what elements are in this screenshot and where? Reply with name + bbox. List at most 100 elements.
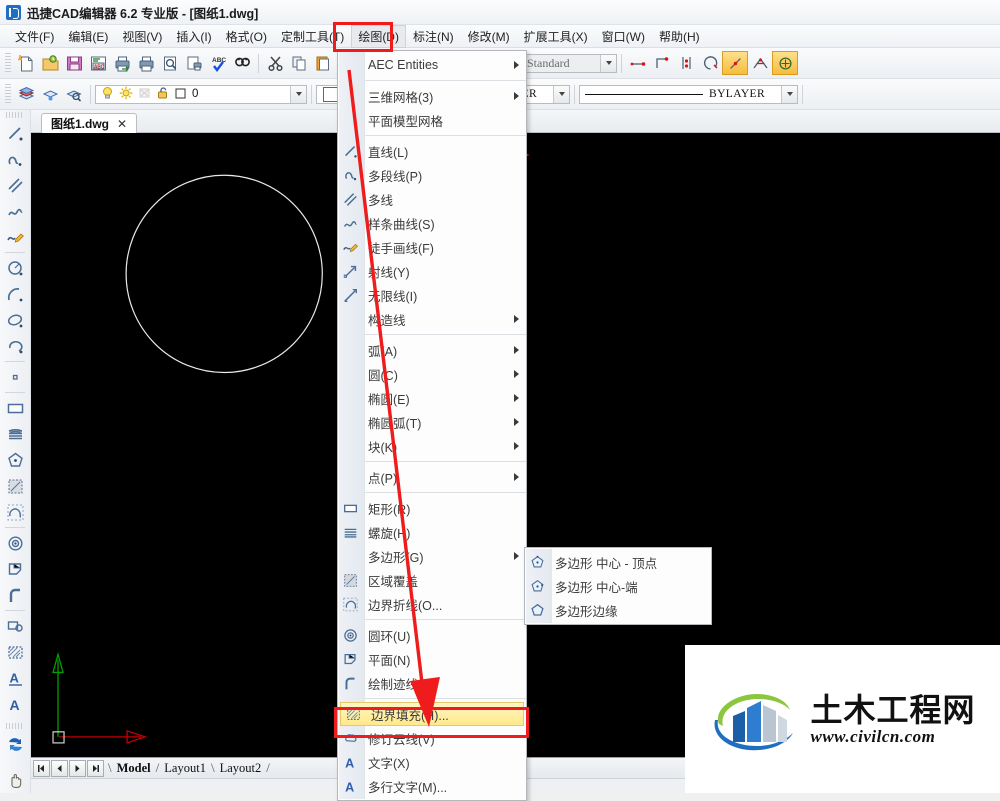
submenu-item-polygon-center-edge[interactable]: 多边形 中心-端	[525, 574, 711, 598]
center-dim-icon[interactable]	[772, 51, 798, 75]
menu-item-text[interactable]: A 文字(X)	[338, 750, 526, 774]
menu-help[interactable]: 帮助(H)	[652, 25, 707, 48]
chevron-down-icon[interactable]	[290, 85, 306, 103]
layer-combo[interactable]: 0	[95, 84, 307, 104]
menu-modify[interactable]: 修改(M)	[461, 25, 517, 48]
spellcheck-icon[interactable]: ABC	[206, 51, 230, 75]
layer-previous-icon[interactable]	[38, 82, 62, 106]
text-style-combo[interactable]: Standard	[521, 53, 617, 73]
radius-dim-icon[interactable]	[722, 51, 748, 75]
toolbar-grip[interactable]	[6, 112, 24, 118]
menu-item-block[interactable]: 块(K)	[338, 434, 526, 458]
color-swatch-icon[interactable]	[174, 86, 187, 103]
multiline-icon[interactable]	[2, 172, 28, 198]
menu-express-tools[interactable]: 扩展工具(X)	[517, 25, 595, 48]
toolbar-grip[interactable]	[5, 53, 11, 73]
toolbar-grip[interactable]	[5, 84, 11, 104]
menu-item-multiline[interactable]: 多线	[338, 187, 526, 211]
document-tab[interactable]: 图纸1.dwg ✕	[41, 113, 138, 133]
text-style-a-icon[interactable]: A	[2, 665, 28, 691]
menu-item-aec-entities[interactable]: AEC Entities	[338, 53, 526, 77]
ellipse-icon[interactable]	[2, 307, 28, 333]
export-print-icon[interactable]	[110, 51, 134, 75]
plot-icon[interactable]	[182, 51, 206, 75]
find-icon[interactable]	[230, 51, 254, 75]
menu-draw[interactable]: 绘图(D)	[351, 24, 406, 48]
menu-file[interactable]: 文件(F)	[8, 25, 61, 48]
first-layout-icon[interactable]	[33, 759, 50, 777]
rectangle-icon[interactable]	[2, 395, 28, 421]
donut-icon[interactable]	[2, 530, 28, 556]
menu-item-point[interactable]: 点(P)	[338, 465, 526, 489]
line-icon[interactable]	[2, 120, 28, 146]
region-cover-icon[interactable]	[2, 473, 28, 499]
arc-icon[interactable]	[2, 281, 28, 307]
menu-item-revision-cloud[interactable]: 修订云线(V)	[338, 726, 526, 750]
menu-item-line[interactable]: 直线(L)	[338, 139, 526, 163]
menu-item-polyline[interactable]: 多段线(P)	[338, 163, 526, 187]
menu-custom-tools[interactable]: 定制工具(T)	[274, 25, 351, 48]
menu-item-plane[interactable]: 平面(N)	[338, 647, 526, 671]
menu-item-ray[interactable]: 射线(Y)	[338, 259, 526, 283]
menu-item-ellipse[interactable]: 椭圆(E)	[338, 386, 526, 410]
save-icon[interactable]	[62, 51, 86, 75]
layout-tab-model[interactable]: Model	[113, 761, 155, 776]
submenu-item-polygon-center-vertex[interactable]: 多边形 中心 - 顶点	[525, 550, 711, 574]
point-icon[interactable]	[2, 364, 28, 390]
print-icon[interactable]	[134, 51, 158, 75]
freehand-icon[interactable]	[2, 224, 28, 250]
arc-dim-icon[interactable]	[698, 51, 722, 75]
menu-view[interactable]: 视图(V)	[115, 25, 169, 48]
layout-tab-layout1[interactable]: Layout1	[160, 761, 210, 776]
lineweight-combo[interactable]: BYLAYER	[579, 84, 798, 104]
layout-tab-layout2[interactable]: Layout2	[216, 761, 266, 776]
menu-item-polygon[interactable]: 多边形(G)	[338, 544, 526, 568]
polygon-icon[interactable]	[2, 447, 28, 473]
copy-icon[interactable]	[287, 51, 311, 75]
submenu-item-polygon-edge[interactable]: 多边形边缘	[525, 598, 711, 622]
circle-center-icon[interactable]	[2, 255, 28, 281]
menu-item-arc[interactable]: 弧(A)	[338, 338, 526, 362]
open-file-icon[interactable]	[38, 51, 62, 75]
polyline-icon[interactable]	[2, 146, 28, 172]
ordinate-dim-icon[interactable]	[674, 51, 698, 75]
hatch-fill-icon[interactable]	[2, 639, 28, 665]
chevron-down-icon[interactable]	[781, 85, 797, 103]
boundary-polyline-icon[interactable]	[2, 499, 28, 525]
next-layout-icon[interactable]	[69, 759, 86, 777]
previous-layout-icon[interactable]	[51, 759, 68, 777]
menu-item-elliptical-arc[interactable]: 椭圆弧(T)	[338, 410, 526, 434]
save-as-icon[interactable]: ABC	[86, 51, 110, 75]
menu-insert[interactable]: 插入(I)	[169, 25, 218, 48]
lightbulb-icon[interactable]	[101, 86, 114, 103]
chevron-down-icon[interactable]	[600, 54, 616, 72]
close-icon[interactable]: ✕	[117, 117, 127, 131]
menu-item-planar-mesh[interactable]: 平面模型网格	[338, 108, 526, 132]
plane-icon[interactable]	[2, 556, 28, 582]
last-layout-icon[interactable]	[87, 759, 104, 777]
menu-item-infinite-line[interactable]: 无限线(I)	[338, 283, 526, 307]
menu-item-boundary-polyline[interactable]: 边界折线(O...	[338, 592, 526, 616]
cut-icon[interactable]	[263, 51, 287, 75]
menu-item-rectangle[interactable]: 矩形(R)	[338, 496, 526, 520]
menu-format[interactable]: 格式(O)	[219, 25, 274, 48]
menu-item-circle[interactable]: 圆(C)	[338, 362, 526, 386]
refresh-icon[interactable]	[2, 731, 28, 757]
block-insert-icon[interactable]	[2, 613, 28, 639]
trace-icon[interactable]	[2, 582, 28, 608]
menu-edit[interactable]: 编辑(E)	[61, 25, 115, 48]
spline-icon[interactable]	[2, 198, 28, 224]
menu-item-freehand[interactable]: 徒手画线(F)	[338, 235, 526, 259]
helix-icon[interactable]	[2, 421, 28, 447]
menu-item-multiline-text[interactable]: A 多行文字(M)...	[338, 774, 526, 798]
menu-item-3d-mesh[interactable]: 三维网格(3)	[338, 84, 526, 108]
pan-hand-icon[interactable]	[2, 767, 28, 793]
menu-item-helix[interactable]: 螺旋(H)	[338, 520, 526, 544]
elliptical-arc-icon[interactable]	[2, 333, 28, 359]
layer-manager-icon[interactable]	[14, 82, 38, 106]
layer-state-icon[interactable]	[62, 82, 86, 106]
toolbar-grip[interactable]	[6, 723, 24, 729]
paste-icon[interactable]	[311, 51, 335, 75]
lock-icon[interactable]	[156, 86, 169, 103]
freeze-viewport-icon[interactable]	[138, 86, 151, 103]
